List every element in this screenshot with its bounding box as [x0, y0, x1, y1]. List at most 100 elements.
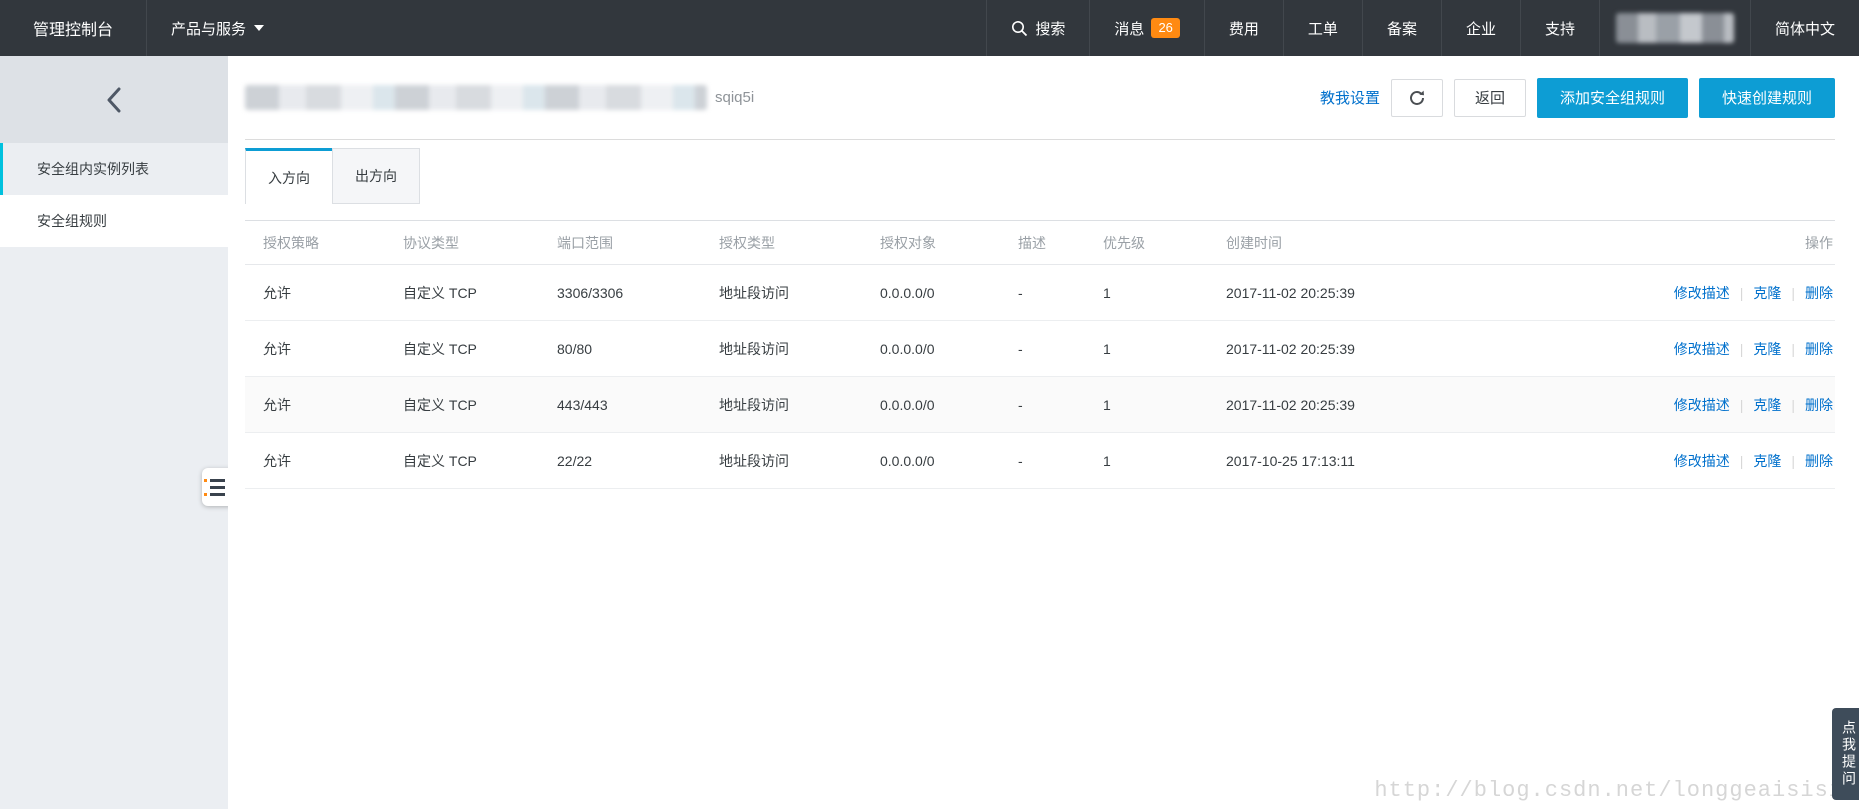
- action-clone[interactable]: 克隆: [1753, 451, 1781, 471]
- cell-description: -: [1018, 341, 1103, 357]
- cell-auth-object: 0.0.0.0/0: [880, 397, 1018, 413]
- cell-created: 2017-11-02 20:25:39: [1226, 397, 1476, 413]
- nav-item-label: 费用: [1229, 18, 1259, 39]
- messages-menu[interactable]: 消息 26: [1089, 0, 1203, 56]
- nav-item-label: 备案: [1387, 18, 1417, 39]
- teach-me-link[interactable]: 教我设置: [1320, 87, 1380, 108]
- cell-protocol: 自定义 TCP: [403, 283, 557, 303]
- products-menu[interactable]: 产品与服务: [147, 0, 288, 56]
- nav-item-tickets[interactable]: 工单: [1283, 0, 1362, 56]
- search-label: 搜索: [1035, 18, 1065, 39]
- table-row[interactable]: 允许 自定义 TCP 3306/3306 地址段访问 0.0.0.0/0 - 1…: [245, 265, 1835, 321]
- rules-table: 授权策略 协议类型 端口范围 授权类型 授权对象 描述 优先级 创建时间 操作 …: [245, 220, 1835, 489]
- nav-item-enterprise[interactable]: 企业: [1441, 0, 1520, 56]
- console-home-link[interactable]: 管理控制台: [0, 0, 146, 56]
- main-content: sqiq5i 教我设置 返回 添加安全组规则 快速创建规则 入方向: [228, 56, 1859, 809]
- cell-description: -: [1018, 397, 1103, 413]
- col-policy: 授权策略: [245, 233, 403, 253]
- sidebar-collapse-button[interactable]: [0, 56, 228, 143]
- action-separator: |: [1791, 341, 1795, 357]
- cell-policy: 允许: [245, 339, 403, 359]
- tab-inbound[interactable]: 入方向: [245, 148, 333, 204]
- ask-question-tab[interactable]: 点我提问: [1832, 708, 1859, 800]
- nav-item-icp[interactable]: 备案: [1362, 0, 1441, 56]
- action-separator: |: [1740, 453, 1744, 469]
- table-row[interactable]: 允许 自定义 TCP 443/443 地址段访问 0.0.0.0/0 - 1 2…: [245, 377, 1835, 433]
- cell-created: 2017-11-02 20:25:39: [1226, 341, 1476, 357]
- cell-port-range: 443/443: [557, 397, 719, 413]
- cell-priority: 1: [1103, 397, 1226, 413]
- nav-item-label: 工单: [1308, 18, 1338, 39]
- table-body: 允许 自定义 TCP 3306/3306 地址段访问 0.0.0.0/0 - 1…: [245, 265, 1835, 489]
- cell-protocol: 自定义 TCP: [403, 395, 557, 415]
- back-button[interactable]: 返回: [1454, 79, 1526, 117]
- action-delete[interactable]: 删除: [1805, 283, 1833, 303]
- action-separator: |: [1791, 453, 1795, 469]
- language-switcher[interactable]: 简体中文: [1750, 0, 1859, 56]
- cell-created: 2017-10-25 17:13:11: [1226, 453, 1476, 469]
- table-row[interactable]: 允许 自定义 TCP 80/80 地址段访问 0.0.0.0/0 - 1 201…: [245, 321, 1835, 377]
- tab-outbound[interactable]: 出方向: [332, 148, 420, 204]
- cell-port-range: 22/22: [557, 453, 719, 469]
- action-separator: |: [1791, 397, 1795, 413]
- sidebar-item-label: 安全组规则: [37, 211, 107, 231]
- nav-item-label: 企业: [1466, 18, 1496, 39]
- action-delete[interactable]: 删除: [1805, 395, 1833, 415]
- col-actions: 操作: [1476, 233, 1835, 253]
- cell-description: -: [1018, 453, 1103, 469]
- action-separator: |: [1791, 285, 1795, 301]
- row-actions: 修改描述 | 克隆 | 删除: [1674, 395, 1833, 415]
- cell-port-range: 80/80: [557, 341, 719, 357]
- sidebar-item-rules[interactable]: 安全组规则: [0, 195, 228, 247]
- page-header: sqiq5i 教我设置 返回 添加安全组规则 快速创建规则: [245, 56, 1835, 140]
- cell-policy: 允许: [245, 451, 403, 471]
- table-row[interactable]: 允许 自定义 TCP 22/22 地址段访问 0.0.0.0/0 - 1 201…: [245, 433, 1835, 489]
- title-suffix: sqiq5i: [715, 89, 754, 106]
- action-clone[interactable]: 克隆: [1753, 339, 1781, 359]
- col-created: 创建时间: [1226, 233, 1476, 253]
- cell-auth-type: 地址段访问: [719, 339, 880, 359]
- nav-item-support[interactable]: 支持: [1520, 0, 1599, 56]
- cell-auth-object: 0.0.0.0/0: [880, 285, 1018, 301]
- sidebar-item-label: 安全组内实例列表: [37, 159, 149, 179]
- topbar: 管理控制台 产品与服务 搜索 消息 26 费用: [0, 0, 1859, 56]
- redacted-username: [1616, 13, 1734, 43]
- redacted-security-group-title: [245, 85, 707, 110]
- direction-tabs: 入方向 出方向: [245, 148, 1835, 204]
- cell-protocol: 自定义 TCP: [403, 339, 557, 359]
- action-delete[interactable]: 删除: [1805, 339, 1833, 359]
- cell-priority: 1: [1103, 453, 1226, 469]
- cell-auth-type: 地址段访问: [719, 283, 880, 303]
- action-separator: |: [1740, 397, 1744, 413]
- list-icon: [210, 479, 225, 482]
- action-separator: |: [1740, 285, 1744, 301]
- refresh-button[interactable]: [1391, 79, 1443, 117]
- action-edit-description[interactable]: 修改描述: [1674, 451, 1730, 471]
- user-account-menu[interactable]: [1599, 0, 1750, 56]
- quick-create-button[interactable]: 快速创建规则: [1699, 78, 1835, 118]
- row-actions: 修改描述 | 克隆 | 删除: [1674, 283, 1833, 303]
- search-button[interactable]: 搜索: [986, 0, 1089, 56]
- sidebar: 安全组内实例列表 安全组规则: [0, 56, 228, 809]
- products-menu-label: 产品与服务: [171, 18, 246, 39]
- action-clone[interactable]: 克隆: [1753, 283, 1781, 303]
- row-actions: 修改描述 | 克隆 | 删除: [1674, 451, 1833, 471]
- cell-description: -: [1018, 285, 1103, 301]
- list-icon: [210, 493, 225, 496]
- nav-item-billing[interactable]: 费用: [1204, 0, 1283, 56]
- action-edit-description[interactable]: 修改描述: [1674, 283, 1730, 303]
- action-delete[interactable]: 删除: [1805, 451, 1833, 471]
- sidebar-item-instances[interactable]: 安全组内实例列表: [0, 143, 228, 195]
- col-auth-object: 授权对象: [880, 233, 1018, 253]
- action-edit-description[interactable]: 修改描述: [1674, 339, 1730, 359]
- action-clone[interactable]: 克隆: [1753, 395, 1781, 415]
- cell-created: 2017-11-02 20:25:39: [1226, 285, 1476, 301]
- list-icon: [210, 486, 225, 489]
- add-rule-button[interactable]: 添加安全组规则: [1537, 78, 1688, 118]
- action-separator: |: [1740, 341, 1744, 357]
- cell-policy: 允许: [245, 283, 403, 303]
- cell-protocol: 自定义 TCP: [403, 451, 557, 471]
- cell-policy: 允许: [245, 395, 403, 415]
- action-edit-description[interactable]: 修改描述: [1674, 395, 1730, 415]
- table-header: 授权策略 协议类型 端口范围 授权类型 授权对象 描述 优先级 创建时间 操作: [245, 221, 1835, 265]
